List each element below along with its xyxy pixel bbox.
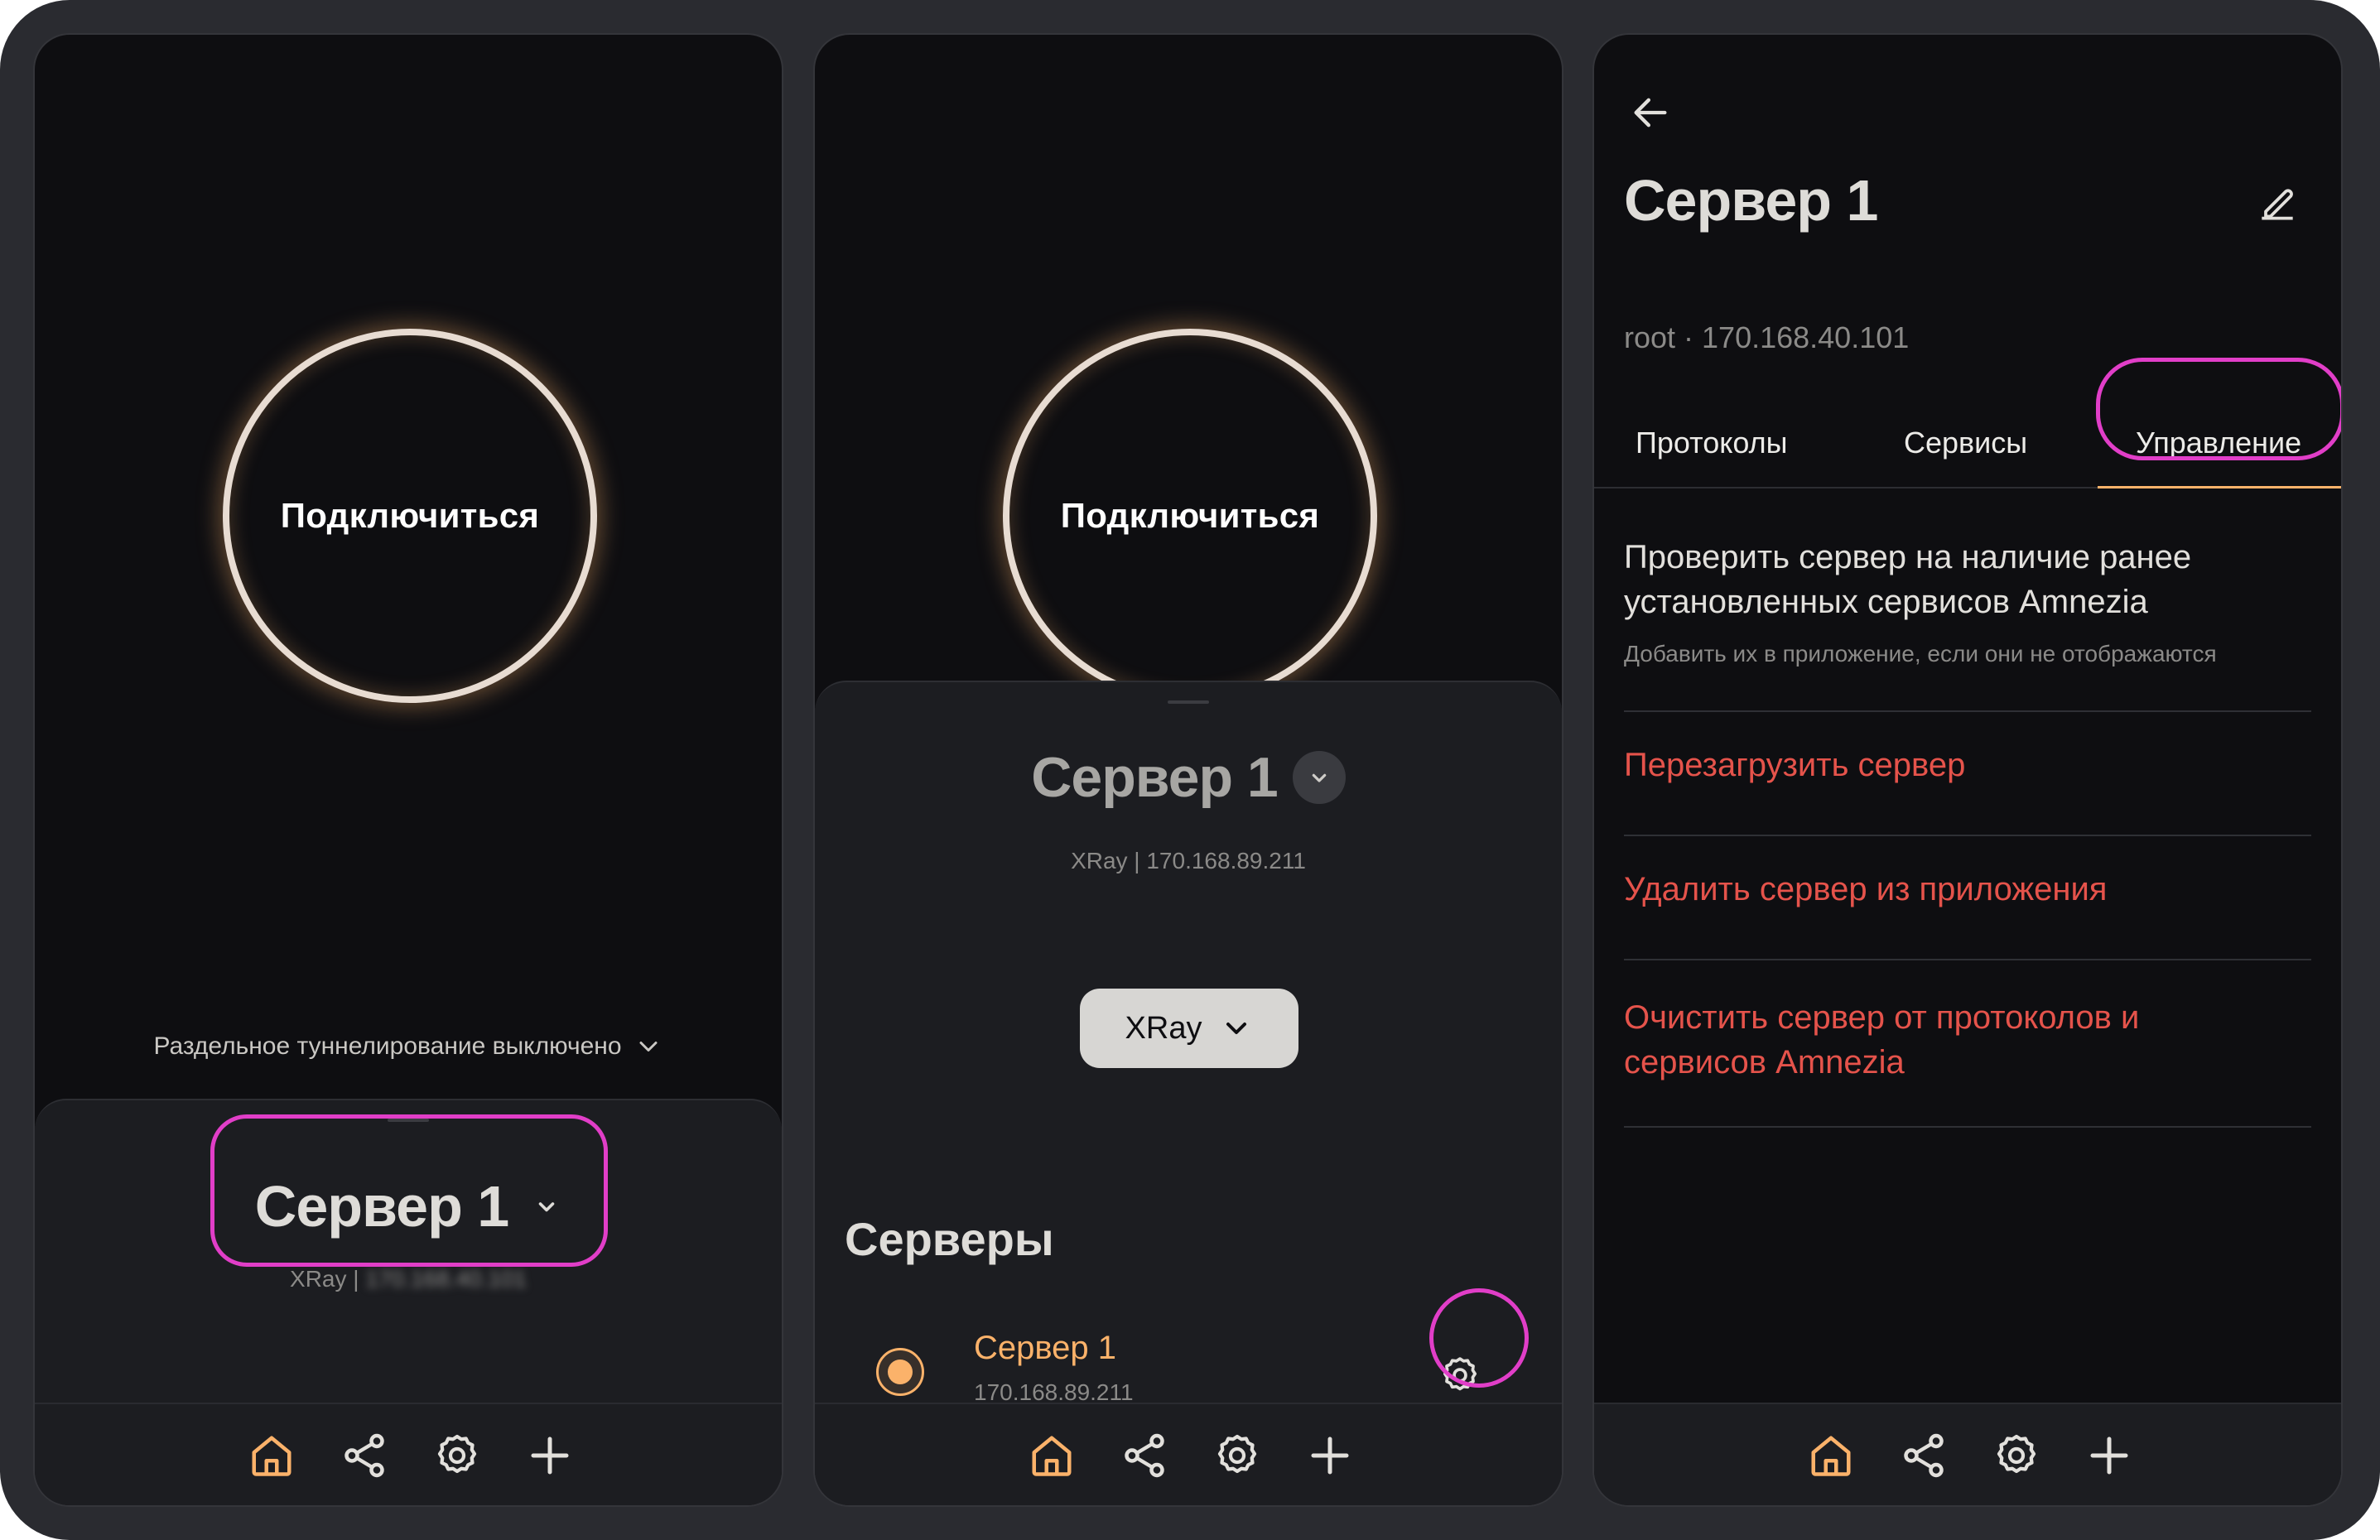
nav-home-button[interactable] <box>1804 1429 1857 1482</box>
nav-add-button[interactable] <box>523 1429 576 1482</box>
nav-add-button[interactable] <box>1303 1429 1356 1482</box>
home-icon <box>252 1436 291 1476</box>
check-services-subtitle: Добавить их в приложение, если они не от… <box>1624 641 2217 667</box>
share-icon <box>344 1433 384 1478</box>
gear-icon <box>437 1434 477 1474</box>
connect-label: Подключиться <box>280 496 540 535</box>
home-icon <box>1032 1436 1072 1476</box>
plus-icon <box>531 1437 569 1475</box>
bottom-nav <box>35 1403 782 1505</box>
reboot-server-row[interactable]: Перезагрузить сервер <box>1624 712 2311 836</box>
server-address-blurred: 170.168.40.101 <box>365 1266 527 1292</box>
server-list-item[interactable]: Сервер 1 170.168.89.211 <box>845 1311 1532 1411</box>
remove-server-label: Удалить сервер из приложения <box>1624 871 2108 907</box>
screen-home: Подключиться Раздельное туннелирование в… <box>33 33 783 1507</box>
radio-dot <box>888 1360 913 1384</box>
bottom-nav <box>1594 1403 2341 1505</box>
sheet-grabber[interactable] <box>1168 700 1209 704</box>
server-subtitle: XRay | 170.168.89.211 <box>1071 848 1306 873</box>
chevron-down-icon <box>1312 773 1326 782</box>
server-radio-selected[interactable] <box>876 1348 924 1396</box>
connect-label: Подключиться <box>1060 496 1320 535</box>
servers-heading: Серверы <box>845 1213 1054 1265</box>
gear-icon <box>1997 1434 2036 1474</box>
clear-server-row[interactable]: Очистить сервер от протоколов и сервисов… <box>1624 960 2311 1128</box>
arrow-left-icon <box>1634 98 1667 128</box>
server-subtitle: root · 170.168.40.101 <box>1624 320 1910 354</box>
nav-settings-button[interactable] <box>431 1429 484 1482</box>
active-tab-indicator <box>2098 486 2341 488</box>
protocol-select[interactable]: XRay <box>1080 989 1298 1068</box>
home-icon <box>1811 1436 1851 1476</box>
check-services-title: Проверить сервер на наличие ранее устано… <box>1624 539 2192 620</box>
plus-icon <box>2090 1437 2128 1475</box>
chevron-down-icon <box>1226 1023 1247 1034</box>
highlight-server-selector <box>210 1114 608 1267</box>
gear-icon <box>1217 1434 1257 1474</box>
bottom-nav <box>815 1403 1562 1505</box>
plus-icon <box>1311 1437 1349 1475</box>
screenshot-frame: Подключиться Раздельное туннелирование в… <box>0 0 2380 1540</box>
check-services-row[interactable]: Проверить сервер на наличие ранее устано… <box>1624 515 2311 712</box>
screen-servers: Подключиться Сервер 1 XRay | 170.168.89.… <box>813 33 1563 1507</box>
edit-button[interactable] <box>2248 174 2306 232</box>
server-dropdown-button[interactable] <box>1292 751 1346 804</box>
nav-share-button[interactable] <box>338 1429 391 1482</box>
server-selector[interactable]: Сервер 1 <box>815 732 1562 823</box>
reboot-server-label: Перезагрузить сервер <box>1624 747 1966 783</box>
back-button[interactable] <box>1624 86 1677 139</box>
tab-services[interactable]: Сервисы <box>1904 426 2027 460</box>
share-icon <box>1904 1433 1944 1478</box>
remove-server-row[interactable]: Удалить сервер из приложения <box>1624 836 2311 960</box>
server-sheet: Сервер 1 XRay | 170.168.89.211 XRay Серв… <box>815 681 1562 1505</box>
nav-settings-button[interactable] <box>1211 1429 1264 1482</box>
highlight-server-settings <box>1429 1288 1529 1388</box>
nav-home-button[interactable] <box>245 1429 298 1482</box>
nav-settings-button[interactable] <box>1990 1429 2043 1482</box>
pencil-icon <box>2262 189 2293 220</box>
connect-button[interactable]: Подключиться <box>223 329 597 703</box>
server-title: Сервер 1 <box>1031 746 1278 809</box>
server-item-name: Сервер 1 <box>974 1330 1117 1366</box>
protocol-select-label: XRay <box>1125 1010 1202 1046</box>
split-tunneling-label: Раздельное туннелирование выключено <box>153 1032 622 1060</box>
screen-server-settings: Сервер 1 root · 170.168.40.101 Протоколы… <box>1592 33 2343 1507</box>
share-icon <box>1125 1433 1164 1478</box>
connect-button[interactable]: Подключиться <box>1003 329 1377 703</box>
chevron-down-icon <box>639 1042 658 1052</box>
split-tunneling-toggle[interactable]: Раздельное туннелирование выключено <box>35 1028 782 1065</box>
highlight-tab-management <box>2096 358 2341 460</box>
nav-add-button[interactable] <box>2083 1429 2136 1482</box>
tab-protocols[interactable]: Протоколы <box>1636 426 1788 460</box>
page-title: Сервер 1 <box>1624 168 1878 233</box>
server-subtitle: XRay | 170.168.40.101 <box>290 1266 527 1292</box>
nav-home-button[interactable] <box>1025 1429 1078 1482</box>
clear-server-label: Очистить сервер от протоколов и сервисов… <box>1624 999 2140 1080</box>
nav-share-button[interactable] <box>1897 1429 1950 1482</box>
nav-share-button[interactable] <box>1118 1429 1171 1482</box>
